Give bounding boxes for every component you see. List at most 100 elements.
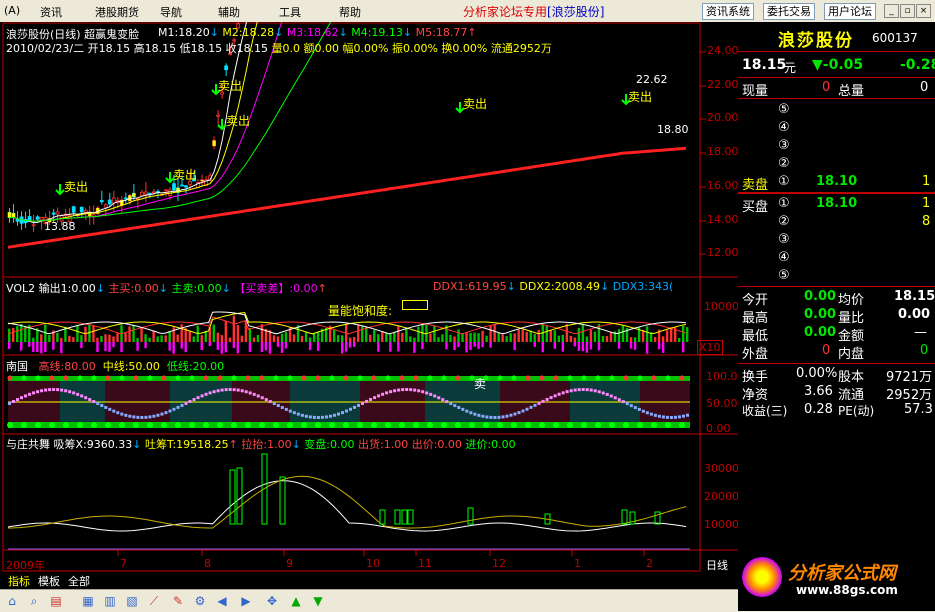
volume-bar [685,327,689,342]
volume-bar [649,332,653,342]
stat-inner-label: 内盘 [838,347,865,362]
nanguo-point [312,415,316,419]
nanguo-point [529,405,533,409]
ma1-label: M1:18.20 [158,26,210,39]
draw-icon[interactable]: ✎ [170,593,186,609]
nanguo-point [104,405,108,409]
menu-item-help[interactable]: 帮助 [339,4,361,20]
nanguo-point [52,388,56,391]
nanguo-dot [203,422,209,428]
nanguo-point [357,403,361,407]
stat-eps-label: 收益(三) [742,404,788,418]
close-icon[interactable]: × [916,4,931,18]
volume-bar [164,335,167,342]
volume-bar [397,326,400,342]
volume-bar [332,330,336,342]
nanguo-dot [231,375,237,381]
nanguo-dot [413,422,419,428]
period-label[interactable]: 日线 [706,557,728,573]
volume-bar-neg [32,342,35,353]
f10-icon[interactable]: ▤ [48,593,64,609]
nanguo-point [585,388,589,392]
minimize-icon[interactable]: _ [884,4,899,18]
tab-template[interactable]: 模板 [38,573,60,589]
menu-item-assist[interactable]: 辅助 [218,4,240,20]
user-forum-button[interactable]: 用户论坛 [824,3,876,20]
tools-icon[interactable]: ⚙ [192,593,208,609]
xlabel-7: 7 [120,557,127,570]
pan-right-icon[interactable]: ▶ [238,593,254,609]
nanguo-point [80,394,84,398]
nanguo-dot [175,422,181,428]
nanguo-point [192,398,196,402]
nanguo-point [397,388,401,392]
nanguo-dot [469,422,475,428]
nanguo-point [449,402,453,406]
volume-bar [112,336,115,342]
nanguo-point [128,414,132,418]
stat-amount-label: 金额 [838,329,865,344]
zoom-out-icon[interactable]: ▼ [310,593,326,609]
volume-bar [116,332,119,342]
menu-item-news[interactable]: 资讯 [40,4,62,20]
ytick-18: 18.00 [707,145,739,158]
nanguo-point [36,390,40,394]
volume-bar [172,327,175,342]
volume-bar [148,337,151,342]
nanguo-dot [455,422,461,428]
menu-bar: (A) 资讯 港股期货 导航 辅助 工具 帮助 分析家论坛专用[浪莎股份] 资讯… [0,0,935,23]
tab-all[interactable]: 全部 [68,573,90,589]
nanguo-mid: 中线:50.00 [102,360,160,373]
rsi-icon[interactable]: ▥ [102,593,118,609]
volume-bar [473,332,476,342]
current-vol: 0 [822,80,831,95]
trade-button[interactable]: 委托交易 [763,3,815,20]
pan-left-icon[interactable]: ◀ [214,593,230,609]
stat-turnover: 0.00% [796,366,838,381]
ma5-label: M5:18.77 [415,26,468,39]
news-system-button[interactable]: 资讯系统 [702,3,754,20]
nanguo-point [349,407,352,411]
volume-bar [224,320,228,342]
nanguo-point [505,414,509,418]
nanguo-point [56,388,60,392]
nanguo-point [88,398,92,402]
zhuang-out: 出货:1.00 [358,438,409,451]
nanguo-dot [259,375,265,381]
volume-bar [513,333,516,342]
menu-item-tools[interactable]: 工具 [279,4,301,20]
home-icon[interactable]: ⌂ [4,593,20,609]
menu-item-a[interactable]: (A) [4,4,20,17]
ma2-label: M2:18.28 [222,26,275,39]
nanguo-point [681,414,685,418]
restore-icon[interactable]: ▫ [900,4,915,18]
menu-item-hk-futures[interactable]: 港股期货 [95,4,139,20]
nanguo-point [344,409,348,413]
volume-bar-neg [589,342,593,350]
nanguo-point [445,400,449,404]
move-icon[interactable]: ✥ [264,593,280,609]
sell-label-4: 卖出 [226,114,251,128]
menu-item-navigate[interactable]: 导航 [160,4,182,20]
bar-icon[interactable]: ▧ [124,593,140,609]
main-sell: 主卖:0.00 [171,282,222,295]
nanguo-point [437,396,441,400]
volume-bar [56,332,59,342]
tab-indicator[interactable]: 指标 [8,573,30,589]
sell-label-6: 卖出 [628,90,653,104]
volume-bar-neg [220,342,224,354]
nanguo-dot [91,422,97,428]
nanguo-point [609,394,613,398]
zoom-in-icon[interactable]: ▲ [288,593,304,609]
candle-highlight [212,140,216,146]
search-icon[interactable]: ⌕ [26,593,42,609]
volume-bar [601,335,605,342]
chart-icon[interactable]: ▦ [80,593,96,609]
volume-bar [617,329,621,342]
nanguo-point [473,412,477,416]
nanguo-dot [399,375,405,381]
nanguo-header: 南国 高线:80.00 中线:50.00 低线:20.00 [6,358,224,374]
nanguo-dot [609,422,615,428]
line-icon[interactable]: ⟋ [146,593,162,609]
nanguo-point [589,388,593,392]
